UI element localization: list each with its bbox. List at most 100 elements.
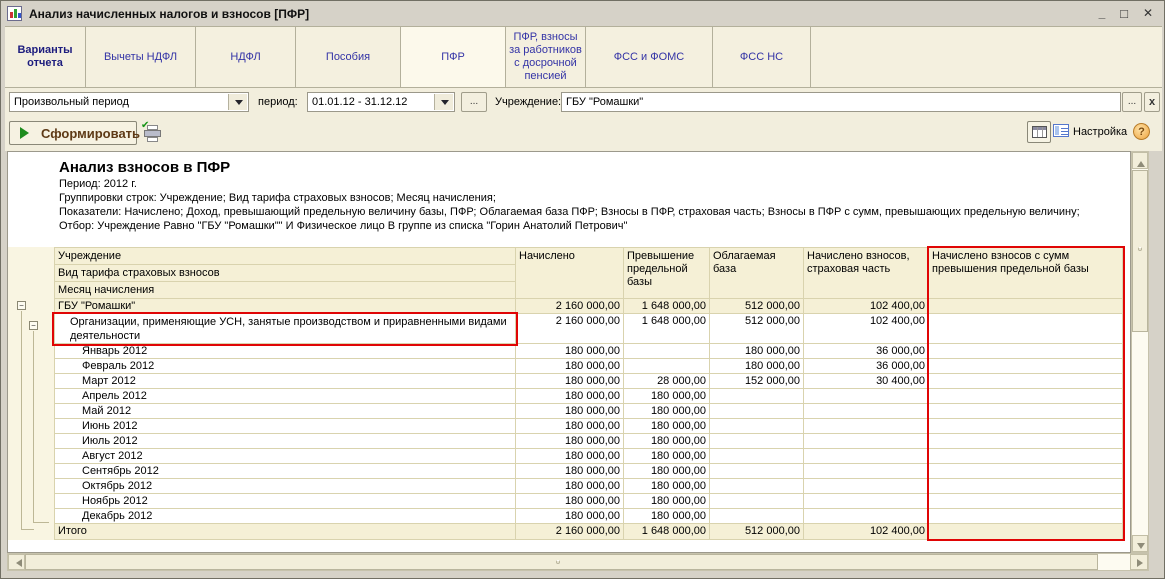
horizontal-scrollbar[interactable] — [7, 553, 1149, 571]
minimize-button[interactable]: _ — [1093, 6, 1111, 22]
row-label-cell[interactable]: Июль 2012 — [55, 434, 516, 449]
value-cell[interactable] — [929, 404, 1123, 419]
value-cell[interactable] — [929, 299, 1123, 314]
value-cell[interactable]: 180 000,00 — [710, 359, 804, 374]
value-cell[interactable] — [710, 494, 804, 509]
value-cell[interactable] — [624, 344, 710, 359]
tab-posobiya[interactable]: Пособия — [296, 27, 401, 87]
value-cell[interactable]: 180 000,00 — [710, 344, 804, 359]
header-insurance-part[interactable]: Начислено взносов, страховая часть — [804, 248, 929, 299]
value-cell[interactable]: 28 000,00 — [624, 374, 710, 389]
value-cell[interactable] — [929, 419, 1123, 434]
value-cell[interactable] — [804, 494, 929, 509]
scroll-down-button[interactable] — [1132, 535, 1148, 552]
value-cell[interactable] — [710, 419, 804, 434]
value-cell[interactable] — [804, 404, 929, 419]
tab-report-variants[interactable]: Варианты отчета — [5, 27, 86, 87]
tab-vychety-ndfl[interactable]: Вычеты НДФЛ — [86, 27, 196, 87]
value-cell[interactable] — [710, 404, 804, 419]
value-cell[interactable]: 180 000,00 — [516, 479, 624, 494]
value-cell[interactable]: 180 000,00 — [516, 419, 624, 434]
value-cell[interactable]: 180 000,00 — [624, 419, 710, 434]
value-cell[interactable]: 180 000,00 — [624, 434, 710, 449]
total-value-cell[interactable] — [929, 524, 1123, 540]
value-cell[interactable]: 180 000,00 — [624, 479, 710, 494]
value-cell[interactable]: 512 000,00 — [710, 314, 804, 344]
total-value-cell[interactable]: 2 160 000,00 — [516, 524, 624, 540]
value-cell[interactable] — [804, 509, 929, 524]
value-cell[interactable]: 180 000,00 — [624, 389, 710, 404]
period-range-select[interactable]: 01.01.12 - 31.12.12 — [307, 92, 455, 112]
value-cell[interactable]: 36 000,00 — [804, 344, 929, 359]
collapse-group-button[interactable]: − — [17, 301, 26, 310]
period-ellipsis-button[interactable]: ... — [461, 92, 487, 112]
tab-ndfl[interactable]: НДФЛ — [196, 27, 296, 87]
value-cell[interactable]: 180 000,00 — [516, 389, 624, 404]
value-cell[interactable] — [929, 314, 1123, 344]
scroll-up-button[interactable] — [1132, 152, 1148, 169]
value-cell[interactable] — [804, 389, 929, 404]
horizontal-scroll-thumb[interactable] — [25, 554, 1098, 570]
value-cell[interactable] — [624, 359, 710, 374]
value-cell[interactable]: 30 400,00 — [804, 374, 929, 389]
value-cell[interactable]: 180 000,00 — [624, 464, 710, 479]
total-value-cell[interactable]: 512 000,00 — [710, 524, 804, 540]
value-cell[interactable]: 180 000,00 — [516, 434, 624, 449]
value-cell[interactable]: 180 000,00 — [516, 449, 624, 464]
value-cell[interactable] — [710, 509, 804, 524]
value-cell[interactable] — [710, 434, 804, 449]
total-label-cell[interactable]: Итого — [55, 524, 516, 540]
row-label-cell[interactable]: Ноябрь 2012 — [55, 494, 516, 509]
value-cell[interactable]: 1 648 000,00 — [624, 299, 710, 314]
value-cell[interactable]: 152 000,00 — [710, 374, 804, 389]
row-label-cell[interactable]: Июнь 2012 — [55, 419, 516, 434]
value-cell[interactable]: 2 160 000,00 — [516, 314, 624, 344]
value-cell[interactable] — [929, 389, 1123, 404]
value-cell[interactable]: 180 000,00 — [516, 374, 624, 389]
scroll-right-button[interactable] — [1130, 554, 1148, 570]
value-cell[interactable] — [929, 344, 1123, 359]
value-cell[interactable] — [929, 449, 1123, 464]
row-label-cell[interactable]: Август 2012 — [55, 449, 516, 464]
value-cell[interactable]: 2 160 000,00 — [516, 299, 624, 314]
value-cell[interactable] — [929, 479, 1123, 494]
value-cell[interactable] — [710, 479, 804, 494]
value-cell[interactable] — [804, 449, 929, 464]
value-cell[interactable] — [710, 464, 804, 479]
header-excess-contributions[interactable]: Начислено взносов с сумм превышения пред… — [929, 248, 1123, 299]
value-cell[interactable]: 180 000,00 — [624, 494, 710, 509]
vertical-scrollbar[interactable] — [1131, 151, 1149, 553]
row-label-cell[interactable]: Март 2012 — [55, 374, 516, 389]
value-cell[interactable]: 102 400,00 — [804, 299, 929, 314]
value-cell[interactable]: 180 000,00 — [516, 494, 624, 509]
value-cell[interactable]: 180 000,00 — [516, 344, 624, 359]
value-cell[interactable] — [804, 419, 929, 434]
value-cell[interactable] — [710, 449, 804, 464]
total-value-cell[interactable]: 102 400,00 — [804, 524, 929, 540]
row-label-cell[interactable]: Сентябрь 2012 — [55, 464, 516, 479]
value-cell[interactable]: 180 000,00 — [516, 359, 624, 374]
chevron-down-icon[interactable] — [434, 94, 453, 110]
value-cell[interactable]: 180 000,00 — [516, 404, 624, 419]
value-cell[interactable]: 180 000,00 — [624, 404, 710, 419]
vertical-scroll-thumb[interactable] — [1132, 170, 1148, 332]
collapse-subgroup-button[interactable]: − — [29, 321, 38, 330]
value-cell[interactable]: 102 400,00 — [804, 314, 929, 344]
header-taxable-base[interactable]: Облагаемая база — [710, 248, 804, 299]
print-button[interactable]: ✔ — [143, 125, 163, 143]
tab-fss-foms[interactable]: ФСС и ФОМС — [586, 27, 713, 87]
row-label-cell[interactable]: Январь 2012 — [55, 344, 516, 359]
chevron-down-icon[interactable] — [228, 94, 247, 110]
value-cell[interactable] — [804, 464, 929, 479]
value-cell[interactable] — [710, 389, 804, 404]
header-accrued[interactable]: Начислено — [516, 248, 624, 299]
scroll-left-button[interactable] — [8, 554, 25, 570]
row-label-cell[interactable]: ГБУ "Ромашки" — [55, 299, 516, 314]
help-button[interactable]: ? — [1133, 123, 1150, 140]
value-cell[interactable] — [804, 434, 929, 449]
value-cell[interactable]: 1 648 000,00 — [624, 314, 710, 344]
header-institution[interactable]: Учреждение — [55, 248, 515, 265]
value-cell[interactable]: 180 000,00 — [624, 449, 710, 464]
row-label-cell[interactable]: Октябрь 2012 — [55, 479, 516, 494]
value-cell[interactable] — [929, 494, 1123, 509]
